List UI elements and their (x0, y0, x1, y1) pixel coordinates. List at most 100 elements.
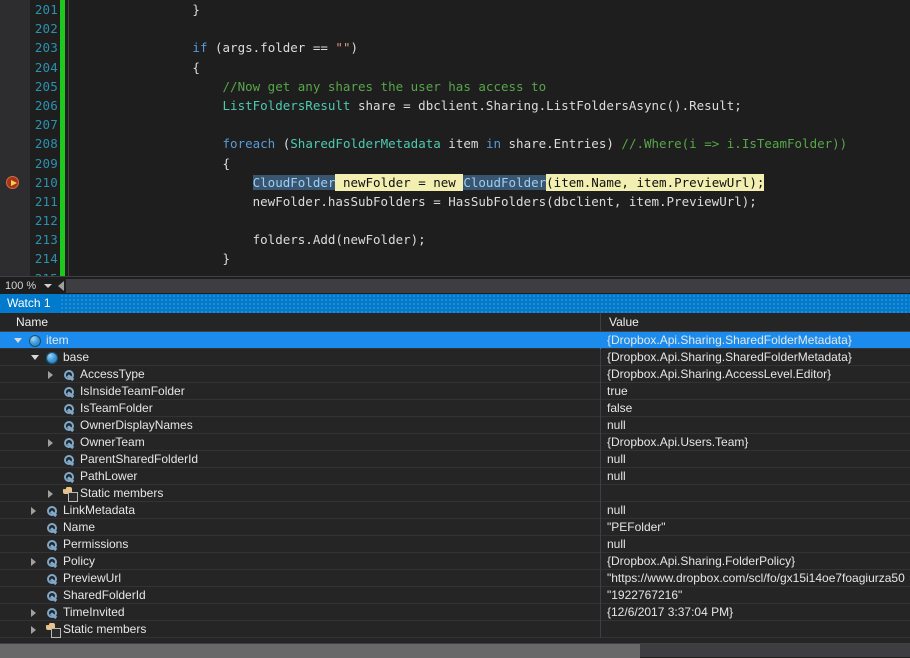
editor-glyph-margin[interactable] (0, 192, 30, 211)
code-line[interactable]: 205 //Now get any shares the user has ac… (0, 77, 910, 96)
watch-row[interactable]: Permissionsnull (0, 536, 910, 553)
code-line[interactable]: 206 ListFoldersResult share = dbclient.S… (0, 96, 910, 115)
chevron-down-icon[interactable] (44, 284, 52, 288)
code-line[interactable]: 204 { (0, 58, 910, 77)
expander-closed-icon[interactable] (48, 439, 53, 447)
watch-value-cell[interactable]: {Dropbox.Api.Sharing.AccessLevel.Editor} (601, 366, 910, 383)
watch-row[interactable]: OwnerTeam{Dropbox.Api.Users.Team} (0, 434, 910, 451)
watch-name-cell[interactable]: Static members (0, 485, 600, 502)
column-header-name[interactable]: Name (8, 313, 48, 332)
watch-value-cell[interactable]: null (601, 536, 910, 553)
expander-closed-icon[interactable] (48, 371, 53, 379)
scroll-left-arrow-icon[interactable] (58, 281, 64, 291)
watch-value-cell[interactable]: null (601, 451, 910, 468)
watch-row[interactable]: item{Dropbox.Api.Sharing.SharedFolderMet… (0, 332, 910, 349)
code-line[interactable]: 215 (0, 269, 910, 276)
column-header-value[interactable]: Value (601, 313, 639, 332)
watch-row[interactable]: Static members (0, 485, 910, 502)
code-line[interactable]: 209 { (0, 154, 910, 173)
expander-open-icon[interactable] (31, 355, 39, 360)
editor-glyph-margin[interactable] (0, 77, 30, 96)
watch-value-cell[interactable]: "https://www.dropbox.com/scl/fo/gx15i14o… (601, 570, 910, 587)
watch-value-cell[interactable]: {12/6/2017 3:37:04 PM} (601, 604, 910, 621)
watch-row[interactable]: SharedFolderId"1922767216" (0, 587, 910, 604)
watch-row[interactable]: IsTeamFolderfalse (0, 400, 910, 417)
watch-value-cell[interactable]: false (601, 400, 910, 417)
watch-value-cell[interactable]: null (601, 502, 910, 519)
watch-name-cell[interactable]: Name (0, 519, 600, 536)
code-line[interactable]: 210 CloudFolder newFolder = new CloudFol… (0, 173, 910, 192)
editor-glyph-margin[interactable] (0, 211, 30, 230)
watch-name-cell[interactable]: TimeInvited (0, 604, 600, 621)
watch-row[interactable]: LinkMetadatanull (0, 502, 910, 519)
watch-name-cell[interactable]: Permissions (0, 536, 600, 553)
expander-closed-icon[interactable] (31, 507, 36, 515)
expander-closed-icon[interactable] (31, 558, 36, 566)
code-editor[interactable]: 201 }202203 if (args.folder == "")204 {2… (0, 0, 910, 276)
editor-glyph-margin[interactable] (0, 269, 30, 276)
watch-name-cell[interactable]: IsInsideTeamFolder (0, 383, 600, 400)
code-line[interactable]: 212 (0, 211, 910, 230)
expander-open-icon[interactable] (14, 338, 22, 343)
watch-row[interactable]: PreviewUrl"https://www.dropbox.com/scl/f… (0, 570, 910, 587)
editor-glyph-margin[interactable] (0, 115, 30, 134)
watch-value-cell[interactable] (601, 485, 910, 502)
watch-name-cell[interactable]: SharedFolderId (0, 587, 600, 604)
code-line[interactable]: 213 folders.Add(newFolder); (0, 230, 910, 249)
watch-name-cell[interactable]: OwnerDisplayNames (0, 417, 600, 434)
watch-horizontal-scrollbar[interactable] (0, 643, 910, 657)
watch-row[interactable]: TimeInvited{12/6/2017 3:37:04 PM} (0, 604, 910, 621)
scrollbar-thumb[interactable] (0, 644, 640, 658)
watch-value-cell[interactable]: null (601, 468, 910, 485)
watch-value-cell[interactable]: "1922767216" (601, 587, 910, 604)
watch-value-cell[interactable]: null (601, 417, 910, 434)
watch-value-cell[interactable]: "PEFolder" (601, 519, 910, 536)
expander-closed-icon[interactable] (31, 626, 36, 634)
watch-row[interactable]: Static members (0, 621, 910, 638)
watch-row[interactable]: Name"PEFolder" (0, 519, 910, 536)
zoom-level-label[interactable]: 100 % (0, 280, 44, 292)
watch-row[interactable]: IsInsideTeamFoldertrue (0, 383, 910, 400)
watch-row[interactable]: base{Dropbox.Api.Sharing.SharedFolderMet… (0, 349, 910, 366)
watch-row[interactable]: AccessType{Dropbox.Api.Sharing.AccessLev… (0, 366, 910, 383)
expander-closed-icon[interactable] (48, 490, 53, 498)
watch-name-cell[interactable]: base (0, 349, 600, 366)
code-line[interactable]: 203 if (args.folder == "") (0, 38, 910, 57)
tab-watch-1[interactable]: Watch 1 (0, 294, 61, 313)
code-line[interactable]: 202 (0, 19, 910, 38)
watch-value-cell[interactable] (601, 621, 910, 638)
watch-name-cell[interactable]: PathLower (0, 468, 600, 485)
editor-glyph-margin[interactable] (0, 154, 30, 173)
watch-value-cell[interactable]: {Dropbox.Api.Sharing.FolderPolicy} (601, 553, 910, 570)
watch-row[interactable]: ParentSharedFolderIdnull (0, 451, 910, 468)
code-line[interactable]: 214 } (0, 249, 910, 268)
editor-glyph-margin[interactable] (0, 96, 30, 115)
watch-value-cell[interactable]: {Dropbox.Api.Users.Team} (601, 434, 910, 451)
code-line[interactable]: 201 } (0, 0, 910, 19)
watch-name-cell[interactable]: LinkMetadata (0, 502, 600, 519)
editor-glyph-margin[interactable] (0, 230, 30, 249)
watch-value-cell[interactable]: true (601, 383, 910, 400)
watch-name-cell[interactable]: item (0, 332, 600, 349)
watch-row[interactable]: Policy{Dropbox.Api.Sharing.FolderPolicy} (0, 553, 910, 570)
watch-value-cell[interactable]: {Dropbox.Api.Sharing.SharedFolderMetadat… (601, 332, 910, 349)
watch-row[interactable]: OwnerDisplayNamesnull (0, 417, 910, 434)
editor-glyph-margin[interactable] (0, 58, 30, 77)
code-line[interactable]: 207 (0, 115, 910, 134)
editor-glyph-margin[interactable] (0, 0, 30, 19)
watch-name-cell[interactable]: Static members (0, 621, 600, 638)
watch-name-cell[interactable]: OwnerTeam (0, 434, 600, 451)
code-line[interactable]: 208 foreach (SharedFolderMetadata item i… (0, 134, 910, 153)
editor-horizontal-scrollbar[interactable] (66, 279, 910, 293)
watch-name-cell[interactable]: Policy (0, 553, 600, 570)
editor-glyph-margin[interactable] (0, 249, 30, 268)
watch-value-cell[interactable]: {Dropbox.Api.Sharing.SharedFolderMetadat… (601, 349, 910, 366)
expander-closed-icon[interactable] (31, 609, 36, 617)
editor-glyph-margin[interactable] (0, 19, 30, 38)
watch-name-cell[interactable]: IsTeamFolder (0, 400, 600, 417)
watch-row[interactable]: PathLowernull (0, 468, 910, 485)
code-line[interactable]: 211 newFolder.hasSubFolders = HasSubFold… (0, 192, 910, 211)
editor-glyph-margin[interactable] (0, 134, 30, 153)
watch-name-cell[interactable]: AccessType (0, 366, 600, 383)
watch-name-cell[interactable]: PreviewUrl (0, 570, 600, 587)
